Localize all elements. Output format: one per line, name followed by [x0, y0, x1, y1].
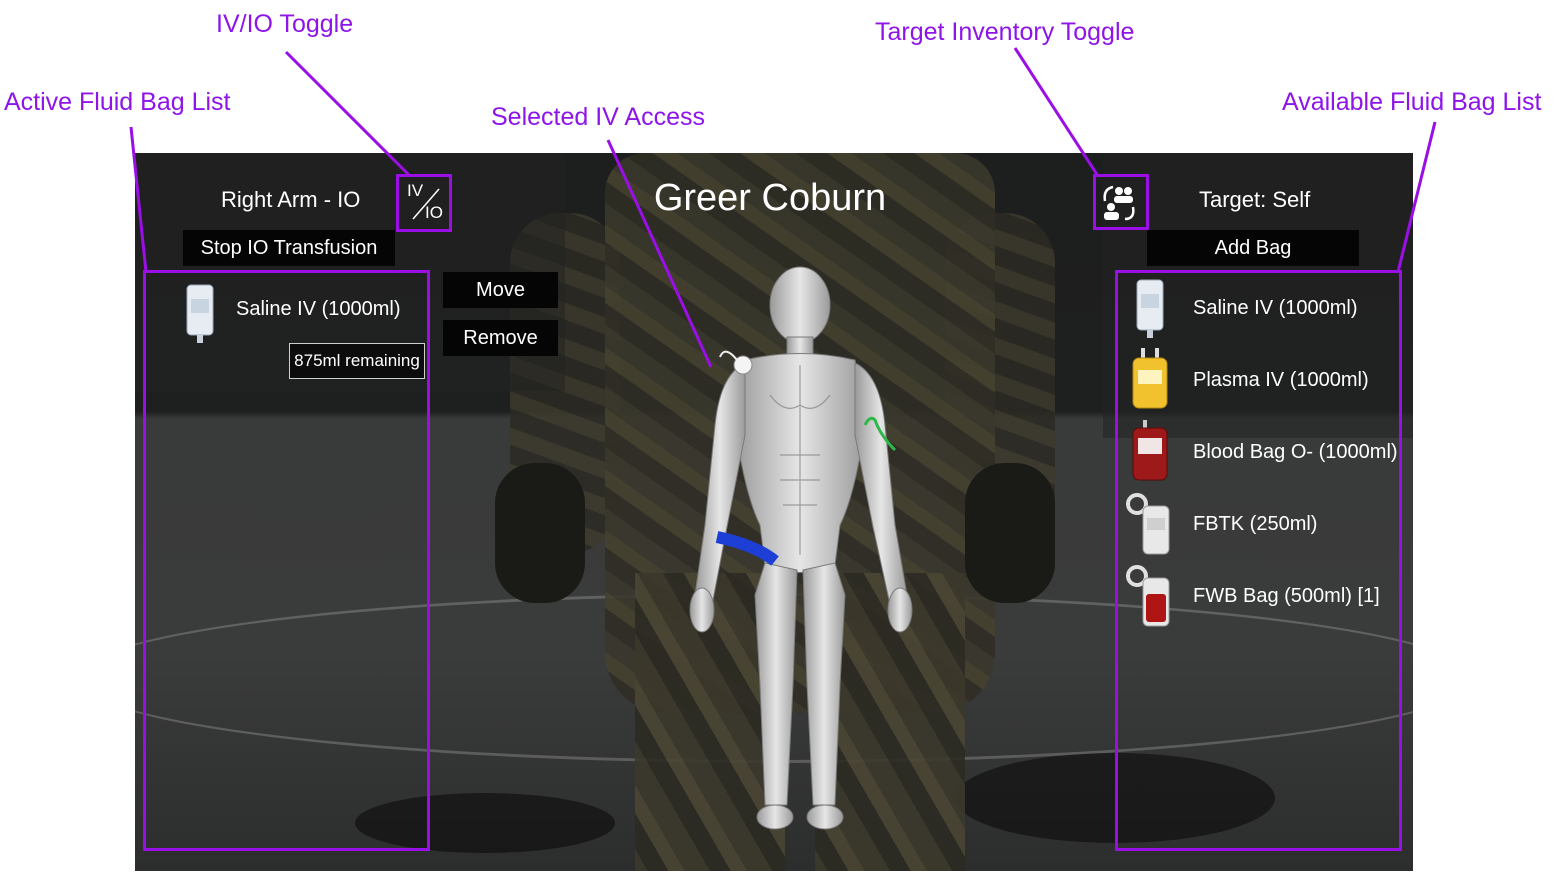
annotation-selected-iv-access: Selected IV Access — [491, 103, 706, 131]
head-region — [769, 266, 831, 344]
left-leg-region — [802, 562, 846, 806]
add-bag-button[interactable]: Add Bag — [1147, 230, 1359, 266]
annotation-available-fluid-bag-list: Available Fluid Bag List — [1282, 88, 1542, 116]
annotation-iv-io-toggle: IV/IO Toggle — [216, 10, 354, 38]
target-label: Target: Self — [1199, 187, 1311, 212]
move-button[interactable]: Move — [443, 272, 558, 308]
io-line — [719, 350, 738, 361]
annotation-target-inventory-toggle: Target Inventory Toggle — [875, 18, 1135, 46]
remove-button[interactable]: Remove — [443, 320, 558, 356]
left-arm-region — [854, 362, 908, 601]
patient-name: Greer Coburn — [653, 177, 887, 219]
body-diagram[interactable] — [675, 265, 925, 835]
soldier-glove — [495, 463, 585, 603]
target-inventory-toggle-highlight — [1093, 174, 1149, 230]
stop-io-transfusion-button[interactable]: Stop IO Transfusion — [183, 230, 395, 266]
soldier-glove — [965, 463, 1055, 603]
available-fluid-bag-list-highlight — [1115, 270, 1402, 851]
iv-io-toggle-highlight — [396, 174, 452, 232]
right-arm-region — [694, 362, 746, 601]
active-fluid-bag-list-highlight — [143, 270, 430, 851]
right-leg-region — [754, 562, 798, 806]
annotation-active-fluid-bag-list: Active Fluid Bag List — [4, 88, 231, 116]
access-site-label: Right Arm - IO — [221, 187, 361, 212]
